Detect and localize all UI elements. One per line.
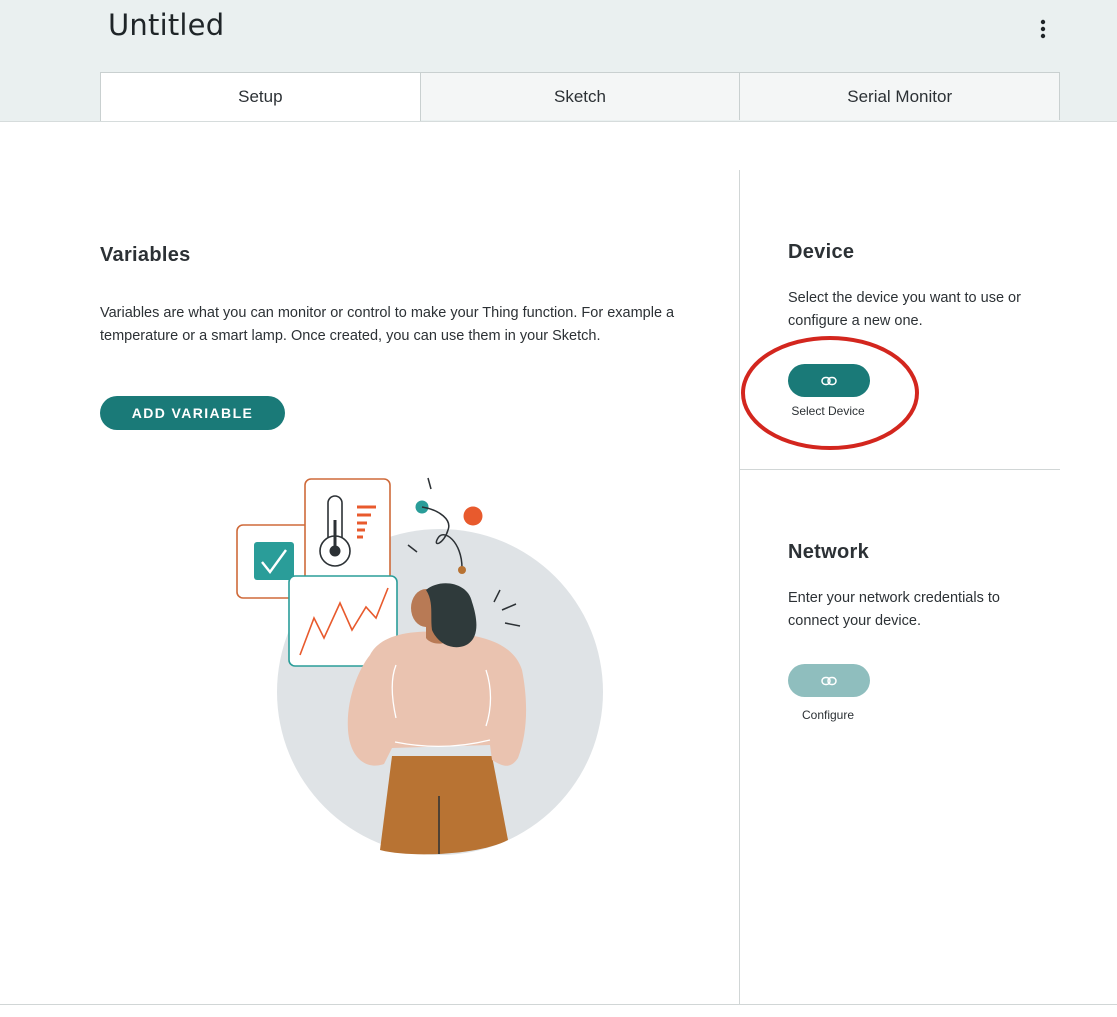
network-description-line: connect your device. (788, 613, 921, 629)
variables-description-line: temperature or a smart lamp. Once create… (100, 328, 601, 344)
column-divider (739, 170, 740, 1004)
device-description: Select the device you want to use or con… (788, 287, 1021, 333)
network-heading: Network (788, 541, 870, 563)
device-description-line: Select the device you want to use or (788, 290, 1021, 306)
more-options-icon[interactable] (1030, 16, 1056, 42)
add-variable-button[interactable]: ADD VARIABLE (100, 396, 285, 430)
section-divider (740, 469, 1060, 470)
variables-heading: Variables (100, 244, 191, 266)
bottom-divider (0, 1004, 1117, 1005)
device-heading: Device (788, 241, 855, 263)
annotation-circle (741, 336, 919, 450)
configure-network-button[interactable] (788, 664, 870, 697)
network-description-line: Enter your network credentials to (788, 590, 1000, 606)
link-icon (821, 676, 837, 685)
tab-bar: Setup Sketch Serial Monitor (100, 72, 1061, 121)
tab-serial-monitor[interactable]: Serial Monitor (739, 72, 1061, 120)
variables-illustration (236, 477, 603, 855)
thing-title[interactable]: Untitled (108, 8, 224, 42)
network-description: Enter your network credentials to connec… (788, 587, 1000, 633)
configure-caption[interactable]: Configure (758, 708, 898, 722)
device-description-line: configure a new one. (788, 313, 923, 329)
tab-setup[interactable]: Setup (100, 72, 421, 121)
variables-description: Variables are what you can monitor or co… (100, 302, 674, 348)
tab-sketch[interactable]: Sketch (419, 72, 741, 120)
variables-description-line: Variables are what you can monitor or co… (100, 305, 675, 321)
top-header: Untitled Setup Sketch Serial Monitor (0, 0, 1117, 122)
